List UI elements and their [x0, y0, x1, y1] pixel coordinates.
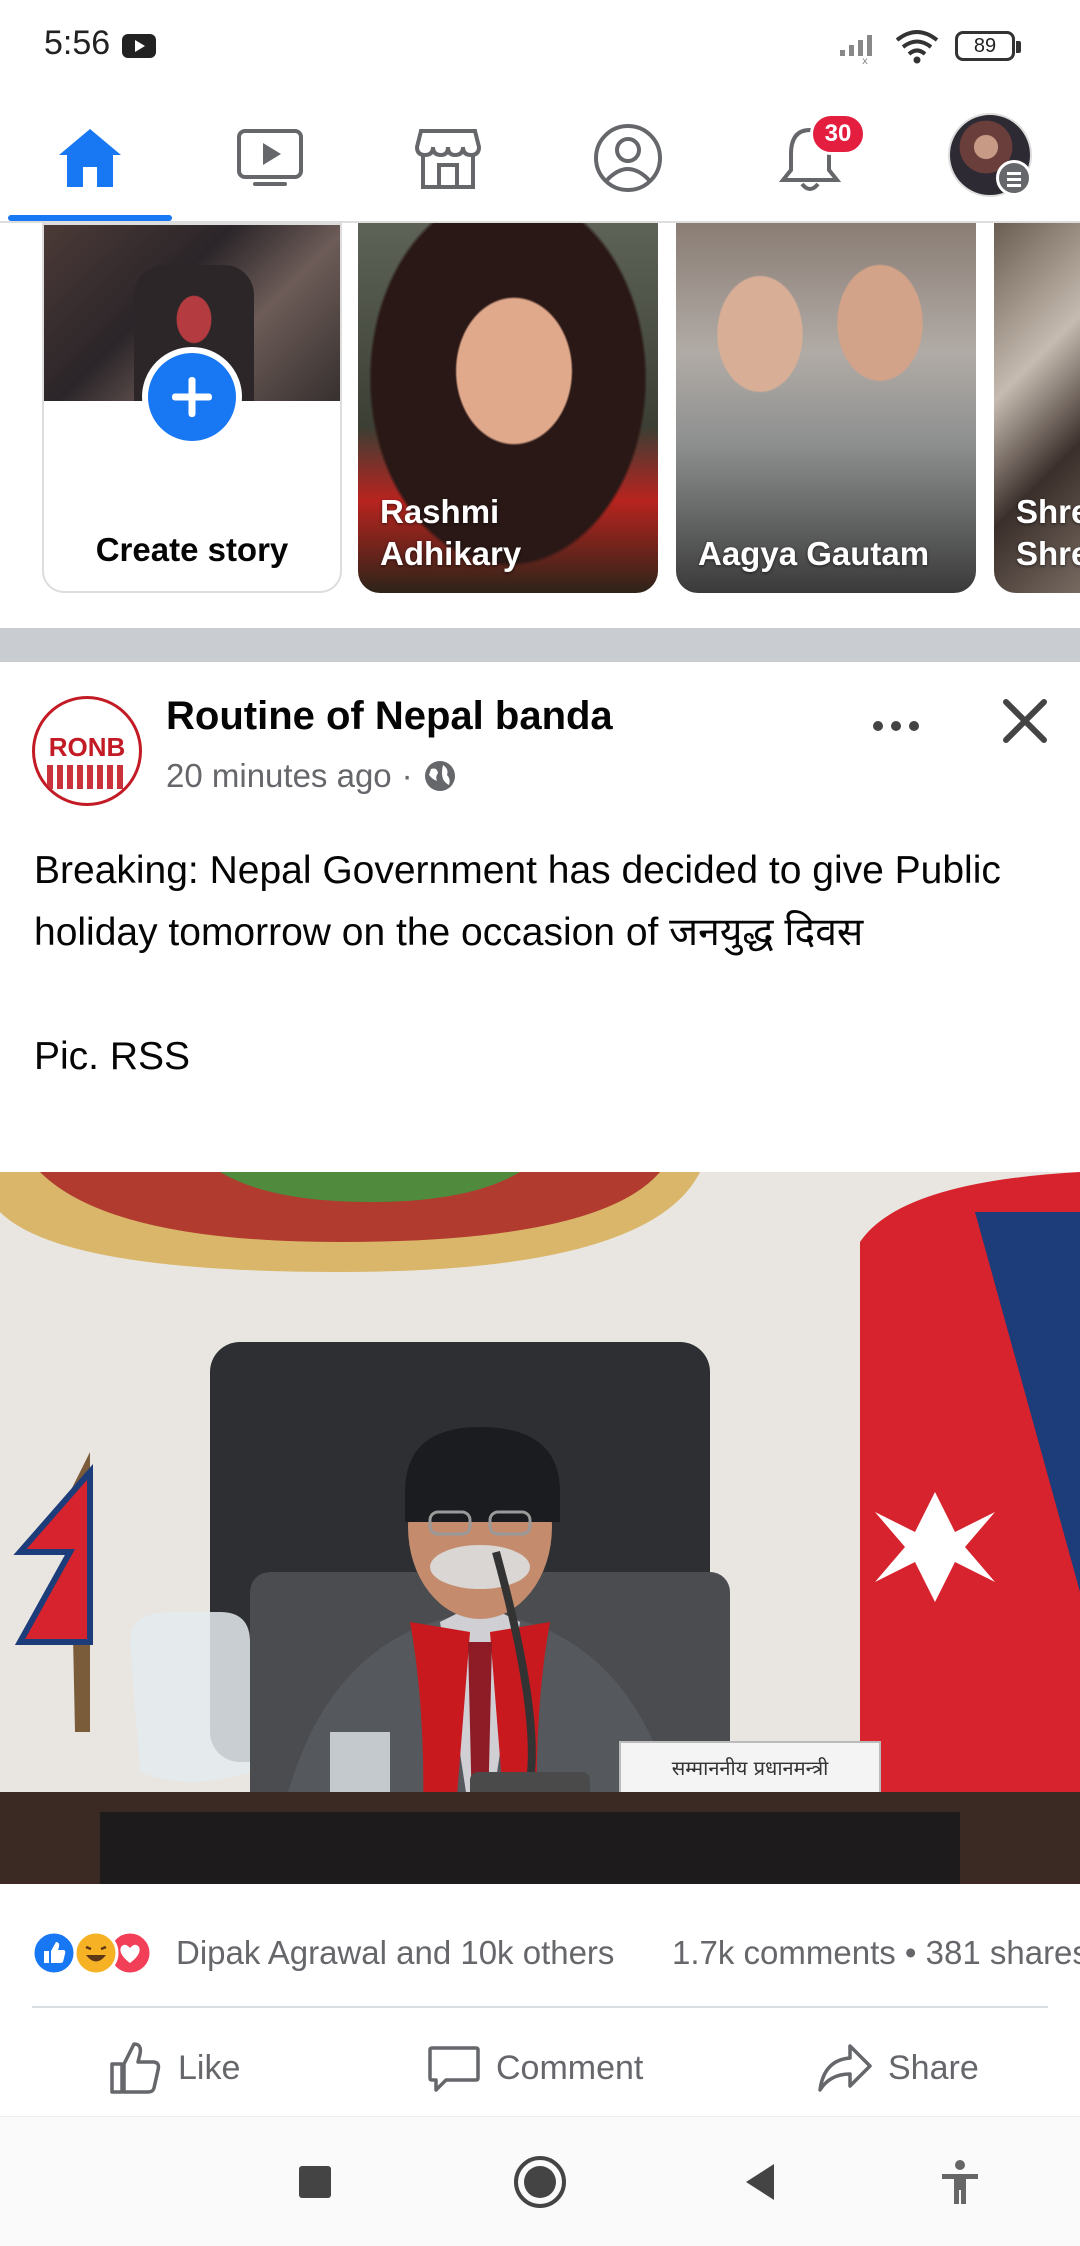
tab-home[interactable] [0, 95, 180, 221]
close-icon[interactable] [996, 692, 1054, 750]
accessibility-icon [942, 2160, 978, 2204]
story-card[interactable]: Rashmi Adhikary [358, 223, 658, 593]
post-timestamp[interactable]: 20 minutes ago [166, 757, 392, 795]
profile-icon [594, 124, 662, 192]
home-icon [59, 129, 121, 187]
status-bar: 5:56 x 89 [0, 0, 1080, 95]
square-icon [299, 2166, 331, 2198]
comment-button[interactable]: Comment [426, 2012, 643, 2124]
post-body: Breaking: Nepal Government has decided t… [34, 849, 1001, 1078]
post-actions: Like Comment Share [0, 2012, 1080, 2124]
post-meta: 20 minutes ago · [166, 757, 457, 795]
create-story-label: Create story [95, 531, 289, 568]
tab-notifications[interactable] [720, 95, 900, 221]
page-avatar-logo-text: RONB [48, 732, 126, 762]
reactions-summary[interactable]: Dipak Agrawal and 10k others 1.7k commen… [0, 1910, 1080, 1994]
svg-text:x: x [862, 56, 868, 64]
share-label: Share [888, 2048, 979, 2087]
comment-label: Comment [496, 2048, 644, 2087]
notification-count-badge: 30 [810, 113, 866, 155]
action-divider [32, 2006, 1048, 2008]
feed-divider [0, 628, 1080, 662]
back-triangle-icon [746, 2164, 774, 2200]
create-story-card[interactable]: Create story [42, 223, 342, 593]
youtube-notification-icon [122, 34, 156, 58]
tab-marketplace[interactable] [358, 95, 538, 221]
back-button[interactable] [725, 2147, 795, 2217]
post-photo[interactable]: सम्माननीय प्रधानमन्त्री [0, 1172, 1080, 1884]
plus-icon [142, 347, 242, 447]
more-options-button[interactable] [866, 706, 926, 746]
stories-tray: Create story Rashmi Adhikary Aagya Gauta… [0, 223, 1080, 628]
battery-indicator: 89 [955, 31, 1021, 61]
like-button[interactable]: Like [108, 2012, 240, 2124]
comment-bubble-icon [428, 2046, 480, 2092]
marketplace-store-icon [414, 129, 482, 189]
meta-separator: · [401, 757, 413, 794]
photo-nameplate-text: सम्माननीय प्रधानमन्त्री [672, 1756, 829, 1780]
accessibility-button[interactable] [925, 2147, 995, 2217]
tab-bar [0, 95, 1080, 223]
like-label: Like [178, 2048, 241, 2087]
story-card[interactable]: Aagya Gautam [676, 223, 976, 593]
comments-shares-count[interactable]: 1.7k comments • 381 shares [672, 1934, 1080, 1972]
post-photo-image: सम्माननीय प्रधानमन्त्री [0, 1172, 1080, 1884]
page-avatar[interactable]: RONB [32, 696, 142, 806]
thumbs-up-icon [110, 2042, 161, 2094]
reaction-icons [31, 1930, 153, 1976]
globe-icon [424, 761, 455, 791]
story-author-name: Aagya Gautam [698, 535, 930, 572]
circle-icon [514, 2156, 566, 2208]
menu-icon [996, 160, 1032, 196]
story-card[interactable]: Shre Shre [994, 223, 1080, 593]
story-author-name: Rashmi Adhikary [380, 493, 522, 572]
recents-button[interactable] [280, 2147, 350, 2217]
home-button[interactable] [505, 2147, 575, 2217]
page-name[interactable]: Routine of Nepal banda [166, 694, 613, 739]
share-arrow-icon [818, 2044, 872, 2092]
story-author-name: Shre Shre [1016, 493, 1080, 572]
wifi-icon [895, 30, 939, 64]
tab-watch[interactable] [180, 95, 360, 221]
watch-video-icon [237, 129, 303, 186]
signal-icon: x [840, 35, 872, 64]
tab-profile[interactable] [538, 95, 718, 221]
reactions-text: Dipak Agrawal and 10k others [176, 1934, 615, 1971]
system-nav-bar [0, 2116, 1080, 2246]
share-button[interactable]: Share [816, 2012, 979, 2124]
status-time: 5:56 [44, 24, 111, 62]
